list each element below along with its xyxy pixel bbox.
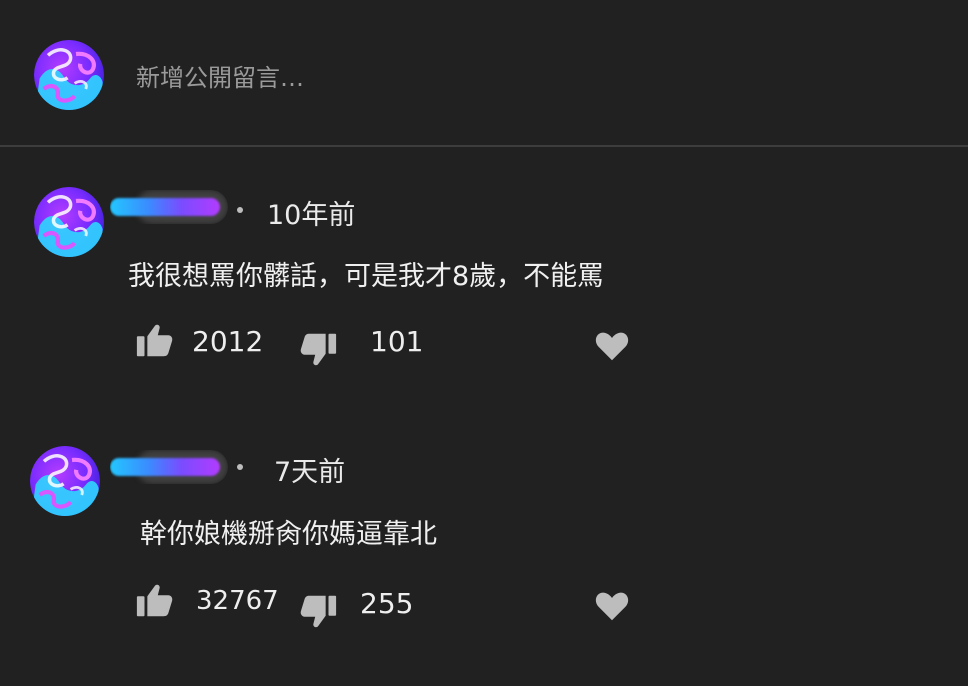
comment-text: 幹你娘機掰肏你媽逼靠北 <box>140 519 437 550</box>
commenter-avatar[interactable] <box>34 187 104 257</box>
comment-timestamp: 7天前 <box>274 457 346 488</box>
divider <box>0 145 968 147</box>
comment-timestamp: 10年前 <box>267 200 356 231</box>
commenter-name-redacted[interactable] <box>110 450 228 484</box>
thumbs-up-icon[interactable] <box>135 582 173 620</box>
thumbs-down-icon[interactable] <box>300 592 338 630</box>
commenter-avatar[interactable] <box>30 446 100 516</box>
thumbs-up-icon[interactable] <box>135 322 173 360</box>
separator-dot <box>237 207 243 213</box>
heart-icon[interactable] <box>594 330 630 362</box>
comment-text: 我很想罵你髒話，可是我才8歲，不能罵 <box>128 261 605 292</box>
like-count: 32767 <box>196 586 279 616</box>
heart-icon[interactable] <box>594 590 630 622</box>
dislike-count: 101 <box>370 325 424 358</box>
dislike-count: 255 <box>360 587 414 620</box>
thumbs-down-icon[interactable] <box>300 330 338 368</box>
add-comment-input[interactable]: 新增公開留言… <box>136 58 304 93</box>
user-avatar <box>34 40 104 110</box>
like-count: 2012 <box>192 325 264 358</box>
separator-dot <box>237 464 243 470</box>
commenter-name-redacted[interactable] <box>110 190 228 224</box>
